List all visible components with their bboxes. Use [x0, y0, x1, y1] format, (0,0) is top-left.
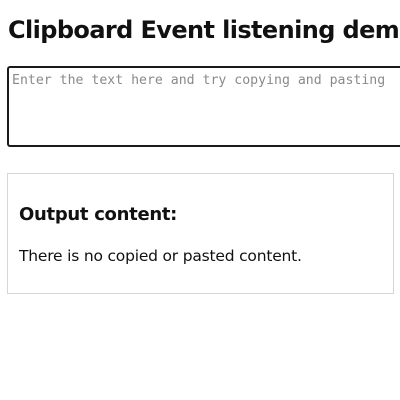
clipboard-text-input[interactable] [7, 66, 400, 147]
output-panel: Output content: There is no copied or pa… [7, 173, 394, 294]
page-title: Clipboard Event listening demo [8, 16, 400, 44]
output-content-text: There is no copied or pasted content. [19, 247, 302, 265]
output-heading: Output content: [19, 204, 178, 225]
